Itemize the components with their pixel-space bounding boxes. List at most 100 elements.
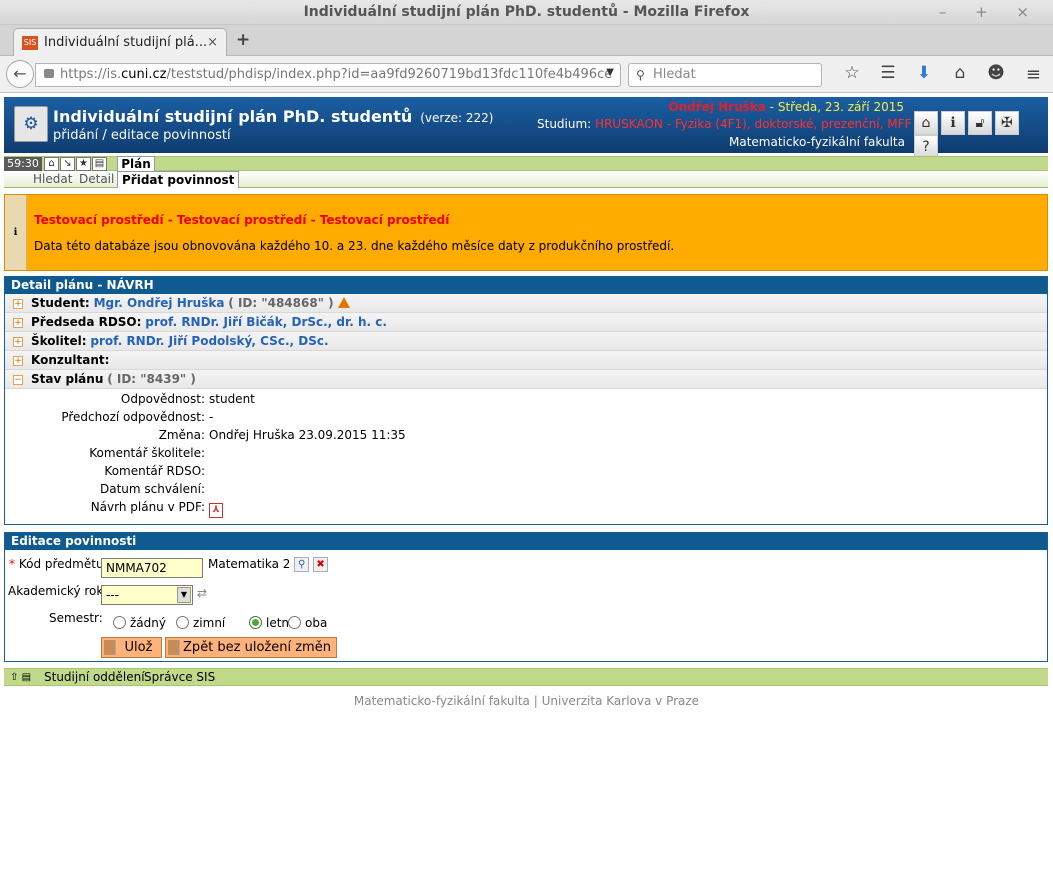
field-value: student	[209, 392, 255, 406]
user-name[interactable]: Ondřej Hruška	[668, 100, 765, 114]
expand-icon[interactable]: +	[13, 318, 23, 328]
academic-year-select[interactable]: --- ▼	[101, 585, 193, 605]
footer-university[interactable]: Univerzita Karlova v Praze	[542, 694, 699, 708]
student-row: + Student: Mgr. Ondřej Hruška ( ID: "484…	[5, 294, 1047, 313]
session-timer: 59:30	[4, 157, 42, 171]
info-icon[interactable]: ℹ	[941, 111, 965, 135]
chair-name[interactable]: prof. RNDr. Jiří Bičák, DrSc., dr. h. c.	[145, 315, 387, 329]
subject-name: Matematika 2 ⚲ ✖	[208, 557, 329, 572]
window-controls[interactable]: – + ×	[939, 0, 1041, 25]
up-icon[interactable]: ⇧	[10, 672, 18, 683]
expand-icon[interactable]: +	[13, 356, 23, 366]
app-header: ⚙ Individuální studijní plán PhD. studen…	[4, 97, 1048, 159]
warning-icon	[337, 297, 350, 308]
emoji-icon[interactable]: ☻	[978, 63, 1014, 83]
consultant-row: + Konzultant:	[5, 351, 1047, 370]
url-prefix: https://is.	[60, 67, 122, 82]
app-subtitle: přidání / editace povinností	[53, 128, 231, 143]
footer-bar: ⇧ ▤ Studijní oddělení Správce SIS	[4, 668, 1048, 686]
page-footer: Matematicko-fyzikální fakulta | Univerzi…	[0, 694, 1053, 708]
plan-state-row: − Stav plánu ( ID: "8439" )	[5, 370, 1047, 389]
url-host: cuni.cz	[121, 67, 167, 82]
student-label: Student:	[31, 296, 90, 310]
url-bar[interactable]: https://is.cuni.cz/teststud/phdisp/index…	[35, 63, 621, 87]
study-dept-link[interactable]: Studijní oddělení	[44, 669, 145, 685]
home-icon[interactable]: ⌂	[914, 111, 938, 135]
browser-tab[interactable]: SIS Individuální studijní plá... ×	[13, 28, 227, 56]
tab-plan[interactable]: Plán	[117, 156, 155, 172]
study-line: Studium: HRUSKAON - Fyzika (4F1), doktor…	[537, 117, 931, 131]
plan-detail-header: Detail plánu - NÁVRH	[5, 277, 1047, 294]
url-path: /teststud/phdisp/index.php?id=aa9fd92607…	[166, 67, 613, 82]
arrow-icon[interactable]: ↘	[60, 157, 75, 171]
menu-icon[interactable]: ≡	[1026, 64, 1041, 85]
radio-selected-icon	[249, 616, 262, 629]
plan-state-fields: Odpovědnost: student Předchozí odpovědnos…	[5, 389, 1047, 519]
print-icon[interactable]: ▤	[22, 672, 31, 683]
edit-duty-panel: Editace povinnosti * Kód předmětu: NMMA7…	[4, 532, 1048, 662]
menu-icons: ⌂ ↘ ★ ▤	[44, 157, 108, 171]
supervisor-row: + Školitel: prof. RNDr. Jiří Podolský, C…	[5, 332, 1047, 351]
sub-menu: Hledat Detail Přidat povinnost	[4, 171, 1048, 188]
faculty-name: Matematicko-fyzikální fakulta	[729, 135, 905, 149]
semester-none-radio[interactable]: žádný	[113, 616, 166, 630]
student-name[interactable]: Mgr. Ondřej Hruška	[94, 296, 225, 310]
toolbar-icons: ☆ ☰ ⬇ ⌂ ☻	[834, 63, 1014, 83]
collapse-icon[interactable]: −	[13, 375, 23, 385]
delete-icon[interactable]: ✖	[313, 557, 329, 572]
subject-code-input[interactable]: NMMA702	[101, 558, 203, 578]
header-icons: ⌂ ℹ 🔓︎ ✠?	[914, 111, 1048, 159]
main-menu: 59:30 ⌂ ↘ ★ ▤ Plán	[4, 156, 1048, 172]
tab-title: Individuální studijní plá...	[44, 35, 208, 50]
notice-title: Testovací prostředí - Testovací prostřed…	[34, 213, 450, 227]
semester-winter-label: zimní	[193, 616, 226, 630]
url-dropdown-icon[interactable]: ▼	[606, 67, 614, 78]
footer-separator: |	[533, 694, 538, 708]
tab-search[interactable]: Hledat	[33, 172, 72, 186]
new-tab-button[interactable]: +	[236, 30, 250, 50]
search-input[interactable]: ⚲ Hledat	[628, 63, 822, 87]
study-value[interactable]: HRUSKAON - Fyzika (4F1), doktorské, prez…	[595, 117, 911, 131]
lock-icon[interactable]: 🔓︎	[968, 111, 992, 135]
sis-admin-link[interactable]: Správce SIS	[144, 669, 215, 685]
tab-detail[interactable]: Detail	[79, 172, 114, 186]
close-tab-icon[interactable]: ×	[207, 35, 218, 50]
footer-faculty[interactable]: Matematicko-fyzikální fakulta	[354, 694, 530, 708]
back-without-save-button[interactable]: Zpět bez uložení změn	[165, 637, 337, 658]
code-label: * Kód předmětu:	[9, 557, 108, 571]
chair-label: Předseda RDSO:	[31, 315, 142, 329]
semester-summer-radio[interactable]: letní	[249, 616, 292, 630]
code-label-text: Kód předmětu:	[18, 557, 108, 571]
pdf-link[interactable]: ⅄	[209, 499, 223, 518]
field-label: Předchozí odpovědnost:	[61, 410, 205, 424]
supervisor-name[interactable]: prof. RNDr. Jiří Podolský, CSc., DSc.	[90, 334, 328, 348]
plan-state-label: Stav plánu	[31, 372, 104, 386]
semester-winter-radio[interactable]: zimní	[176, 616, 225, 630]
field-label: Komentář RDSO:	[104, 464, 205, 478]
bookmark-star-icon[interactable]: ☆	[834, 63, 870, 83]
notice-message: Data této databáze jsou obnovována každé…	[34, 239, 675, 253]
pdf-icon[interactable]: ⅄	[209, 503, 223, 518]
user-line: Ondřej Hruška - Středa, 23. září 2015	[668, 100, 904, 114]
reading-list-icon[interactable]: ☰	[870, 63, 906, 83]
home-icon[interactable]: ⌂	[942, 63, 978, 83]
favorite-icon[interactable]: ★	[76, 157, 91, 171]
field-label: Návrh plánu v PDF:	[90, 500, 205, 514]
semester-both-label: oba	[305, 616, 328, 630]
save-button[interactable]: Ulož	[101, 637, 162, 658]
refresh-icon[interactable]: ⇄	[197, 586, 207, 600]
semester-none-label: žádný	[130, 616, 166, 630]
language-flag-icon[interactable]: ✠	[995, 111, 1019, 135]
expand-icon[interactable]: +	[13, 337, 23, 347]
home-small-icon[interactable]: ⌂	[44, 157, 59, 171]
print-icon[interactable]: ▤	[92, 157, 107, 171]
back-button[interactable]: ←	[6, 60, 34, 88]
search-icon[interactable]: ⚲	[294, 557, 310, 572]
expand-icon[interactable]: +	[13, 299, 23, 309]
tab-add-duty[interactable]: Přidat povinnost	[117, 171, 240, 188]
plan-state-id: ( ID: "8439" )	[107, 372, 196, 386]
radio-icon	[288, 616, 301, 629]
consultant-label: Konzultant:	[31, 353, 110, 367]
semester-both-radio[interactable]: oba	[288, 616, 327, 630]
downloads-icon[interactable]: ⬇	[906, 63, 942, 83]
